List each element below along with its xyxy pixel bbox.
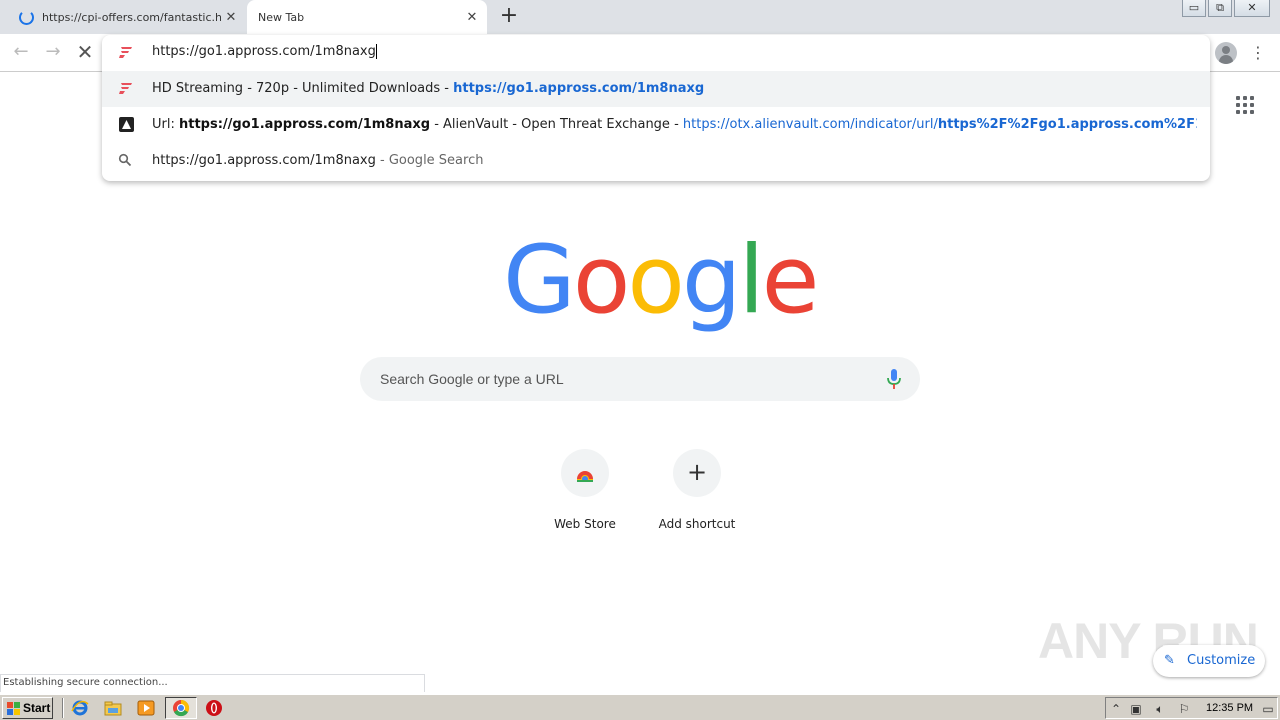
file-explorer-icon[interactable] <box>104 699 122 717</box>
taskbar-chrome-button[interactable] <box>165 697 197 719</box>
start-button[interactable]: Start <box>2 697 53 719</box>
tab-close-icon[interactable]: ✕ <box>221 10 241 25</box>
stop-loading-button[interactable]: ✕ <box>74 42 96 64</box>
show-hidden-icons-icon[interactable]: ⌃ <box>1108 701 1124 717</box>
suggestion-otx[interactable]: Url: https://go1.appross.com/1m8naxg - A… <box>102 107 1210 143</box>
tab-strip: https://cpi-offers.com/fantastic.html ✕ … <box>0 0 1280 34</box>
tab-title: https://cpi-offers.com/fantastic.html <box>42 10 221 24</box>
close-window-button[interactable]: ✕ <box>1234 0 1270 17</box>
avatar-body <box>1219 55 1233 64</box>
system-tray: ⌃ ▣ 🔈︎ ⚐ 12:35 PM ▭ <box>1105 697 1278 719</box>
chrome-menu-button[interactable]: ⋮ <box>1250 42 1266 64</box>
action-center-flag-icon[interactable]: ⚐ <box>1176 701 1192 717</box>
suggestion-text: HD Streaming - 720p - Unlimited Download… <box>152 81 705 96</box>
status-bubble: Establishing secure connection... <box>0 674 425 692</box>
profile-avatar-icon[interactable] <box>1215 42 1237 64</box>
search-icon <box>118 153 132 167</box>
windows-flag-icon <box>7 702 20 715</box>
avatar-head <box>1222 46 1230 54</box>
google-logo: Google <box>503 226 820 335</box>
tab-close-icon[interactable]: ✕ <box>462 10 482 25</box>
minimize-button[interactable]: ▭ <box>1182 0 1206 17</box>
chrome-icon <box>173 699 190 717</box>
network-icon[interactable]: ▣ <box>1128 701 1144 717</box>
show-desktop-icon[interactable]: ▭ <box>1260 701 1276 717</box>
google-apps-icon[interactable] <box>1236 96 1254 114</box>
omnibox-input[interactable]: https://go1.appross.com/1m8naxg <box>102 35 1210 69</box>
window-controls: ▭ ⧉ ✕ <box>1182 0 1270 17</box>
site-favicon-icon <box>119 83 132 94</box>
tab-new-tab[interactable]: New Tab ✕ <box>247 0 487 34</box>
omnibox-text: https://go1.appross.com/1m8naxg <box>152 44 377 59</box>
shortcut-label: Web Store <box>554 517 616 531</box>
windows-taskbar: Start ⌃ ▣ 🔈︎ ⚐ 12:35 PM ▭ <box>0 694 1280 720</box>
shortcut-tile <box>561 449 609 497</box>
browser-window: https://cpi-offers.com/fantastic.html ✕ … <box>0 0 1280 720</box>
taskbar-clock[interactable]: 12:35 PM <box>1206 702 1253 714</box>
site-favicon-icon <box>119 47 132 58</box>
loading-spinner-icon <box>19 9 34 25</box>
suggestion-text: https://go1.appross.com/1m8naxg - Google… <box>152 153 484 168</box>
add-shortcut-button[interactable]: + Add shortcut <box>641 449 753 549</box>
internet-explorer-icon[interactable] <box>71 699 89 717</box>
volume-icon[interactable]: 🔈︎ <box>1152 701 1168 717</box>
suggestion-url: https://go1.appross.com/1m8naxg <box>453 81 705 96</box>
omnibox-dropdown: https://go1.appross.com/1m8naxg HD Strea… <box>102 35 1210 181</box>
tab-cpi-offers[interactable]: https://cpi-offers.com/fantastic.html ✕ <box>14 0 246 34</box>
opera-icon[interactable] <box>205 699 223 717</box>
back-button[interactable]: ← <box>10 42 32 64</box>
taskbar-separator <box>62 698 64 718</box>
microphone-icon[interactable] <box>886 368 902 390</box>
suggestion-link-bold: https%2F%2Fgo1.appross.com%2F1... <box>937 117 1197 132</box>
search-input[interactable] <box>380 369 860 389</box>
ntp-search-box[interactable] <box>360 357 920 401</box>
shortcut-web-store[interactable]: Web Store <box>529 449 641 549</box>
alienvault-otx-icon <box>119 117 134 132</box>
start-label: Start <box>23 701 51 715</box>
customize-label: Customize <box>1187 653 1256 668</box>
restore-button[interactable]: ⧉ <box>1208 0 1232 17</box>
forward-button[interactable]: → <box>42 42 64 64</box>
media-player-icon[interactable] <box>137 699 155 717</box>
chrome-web-store-icon <box>577 471 593 482</box>
suggestion-history[interactable]: HD Streaming - 720p - Unlimited Download… <box>102 71 1210 107</box>
text-caret <box>375 44 377 59</box>
tab-title: New Tab <box>258 10 305 24</box>
plus-icon: + <box>686 458 708 486</box>
new-tab-button[interactable]: + <box>498 5 520 27</box>
suggestion-search[interactable]: https://go1.appross.com/1m8naxg - Google… <box>102 143 1210 179</box>
suggestion-text: Url: https://go1.appross.com/1m8naxg - A… <box>152 117 1197 132</box>
shortcut-tile: + <box>673 449 721 497</box>
shortcut-label: Add shortcut <box>658 517 736 531</box>
customize-button[interactable]: ✎ Customize <box>1153 645 1265 677</box>
suggestion-link: https://otx.alienvault.com/indicator/url… <box>682 117 938 132</box>
pencil-icon: ✎ <box>1164 653 1175 668</box>
